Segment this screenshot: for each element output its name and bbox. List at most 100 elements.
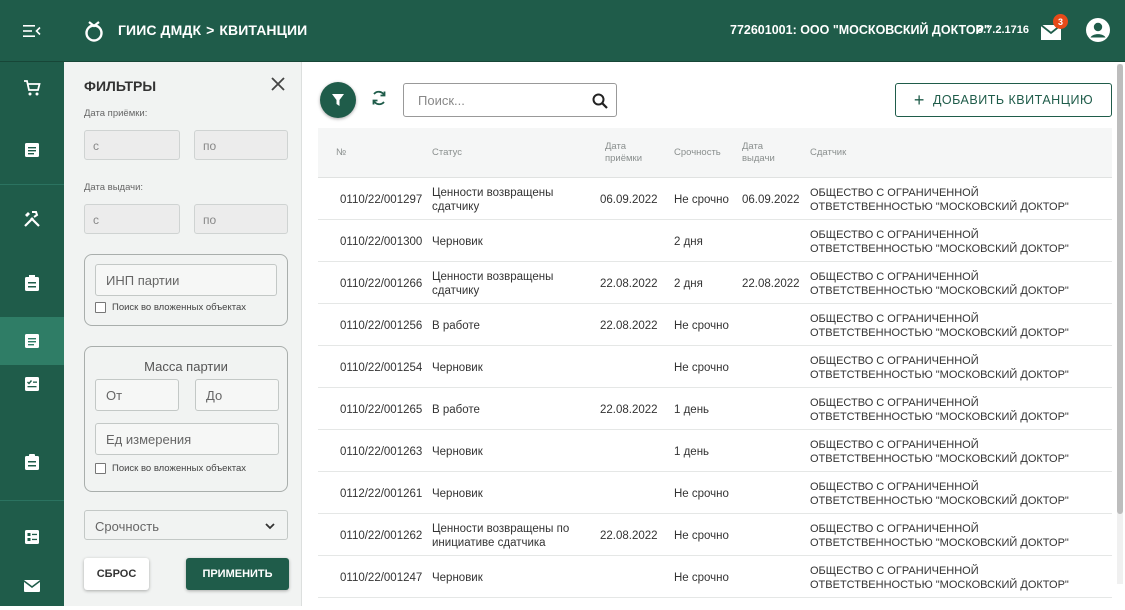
cell-number: 0110/22/001263 [340,445,423,458]
cell-depositor-line: ОТВЕТСТВЕННОСТЬЮ "МОСКОВСКИЙ ДОКТОР" [810,410,1069,423]
cell-receipt-date [600,221,672,262]
breadcrumb-app[interactable]: ГИИС ДМДК [118,22,201,38]
organization-name[interactable]: 772601001: ООО "МОСКОВСКИЙ ДОКТОР" [730,23,990,37]
search-icon[interactable] [591,92,609,110]
issue-date-label: Дата выдачи: [84,182,144,193]
rail-item-badge[interactable] [0,259,64,307]
add-receipt-button[interactable]: + ДОБАВИТЬ КВИТАНЦИЮ [895,83,1112,117]
table-row[interactable]: 0112/22/001261 Черновик Не срочно ОБЩЕСТВО … [318,473,1112,514]
cell-receipt-date [600,557,672,598]
notifications-button[interactable]: 3 [1040,14,1068,45]
cell-issue-date: 22.08.2022 [742,277,800,290]
cell-issue-date [742,557,814,598]
cell-issue-date: 06.09.2022 [742,193,800,206]
column-header-receipt-date[interactable]: Дата приёмки [605,128,655,178]
cell-issue-date [742,305,814,346]
checkbox-label: Поиск во вложенных объектах [112,302,247,313]
cell-depositor-line: ОТВЕТСТВЕННОСТЬЮ "МОСКОВСКИЙ ДОКТОР" [810,326,1069,339]
cell-issue-date [742,431,814,472]
cell-receipt-date: 22.08.2022 [600,319,658,332]
search-input[interactable] [418,92,578,108]
rail-divider [0,184,64,185]
clipboard-icon [25,454,39,470]
mass-to-input[interactable]: До [195,379,279,411]
cell-depositor: ОБЩЕСТВО С ОГРАНИЧЕННОЙ ОТВЕТСТВЕННОСТЬЮ … [810,263,1110,304]
cell-depositor-line: ОБЩЕСТВО С ОГРАНИЧЕННОЙ [810,480,979,493]
reset-button[interactable]: СБРОС [84,558,149,590]
cell-depositor-line: ОТВЕТСТВЕННОСТЬЮ "МОСКОВСКИЙ ДОКТОР" [810,578,1069,591]
menu-collapse-button[interactable] [0,0,64,62]
cell-depositor: ОБЩЕСТВО С ОГРАНИЧЕННОЙ ОТВЕТСТВЕННОСТЬЮ … [810,473,1110,514]
refresh-button[interactable] [370,89,390,109]
cell-depositor: ОБЩЕСТВО С ОГРАНИЧЕННОЙ ОТВЕТСТВЕННОСТЬЮ … [810,515,1110,556]
column-header-issue-date[interactable]: Дата выдачи [742,128,792,178]
table-row[interactable]: 0110/22/001256 В работе 22.08.2022 Не срочн… [318,305,1112,346]
mass-group-title: Масса партии [144,359,228,374]
card-icon [25,530,39,544]
table-row[interactable]: 0110/22/001254 Черновик Не срочно ОБЩЕСТВО … [318,347,1112,388]
cell-issue-date [742,347,814,388]
table-row[interactable]: 0110/22/001247 Черновик Не срочно ОБЩЕСТВО … [318,557,1112,598]
table-row[interactable]: 0110/22/001297 Ценности возвращены сдатчи… [318,179,1112,220]
cell-number: 0110/22/001256 [340,319,423,332]
cell-issue-date [742,473,814,514]
table-row[interactable]: 0110/22/001263 Черновик 1 день ОБЩЕСТВО С О… [318,431,1112,472]
cell-number: 0110/22/001262 [340,529,423,542]
issue-date-from[interactable]: с [84,204,180,234]
cell-status: Ценности возвращены сдатчику [432,270,554,297]
rail-item-checklist[interactable] [0,360,64,408]
apply-button[interactable]: ПРИМЕНИТЬ [186,558,289,590]
rail-item-card[interactable] [0,513,64,561]
account-button[interactable] [1085,17,1113,45]
column-header-depositor[interactable]: Сдатчик [810,128,930,178]
column-header-number[interactable]: № [336,128,396,178]
cell-urgency: Не срочно [674,571,729,584]
nested-search-checkbox-2[interactable]: Поиск во вложенных объектах [95,463,246,474]
app-logo-icon[interactable] [82,19,106,43]
list-icon [25,143,39,157]
column-header-urgency[interactable]: Срочность [674,128,734,178]
menu-collapse-icon [23,25,41,37]
scrollbar[interactable] [1117,64,1123,584]
search-box [403,83,617,117]
cell-depositor: ОБЩЕСТВО С ОГРАНИЧЕННОЙ ОТВЕТСТВЕННОСТЬЮ … [810,221,1110,262]
receipt-date-from[interactable]: с [84,130,180,160]
cell-status: Черновик [432,571,483,584]
table-row[interactable]: 0110/22/001262 Ценности возвращены по ини… [318,515,1112,556]
cell-receipt-date [600,473,672,514]
cell-status: В работе [432,403,480,416]
inp-group: ИНП партии Поиск во вложенных объектах [84,254,288,326]
close-filter-button[interactable] [270,76,288,94]
column-header-status[interactable]: Статус [432,128,542,178]
issue-date-to[interactable]: по [194,204,288,234]
cell-number: 0110/22/001247 [340,571,423,584]
rail-item-clipboard[interactable] [0,438,64,486]
mass-from-input[interactable]: От [95,379,179,411]
table-row[interactable]: 0110/22/001266 Ценности возвращены сдатчи… [318,263,1112,304]
rail-item-cart[interactable] [0,64,64,112]
scrollbar-thumb[interactable] [1117,64,1123,514]
cell-depositor-line: ОБЩЕСТВО С ОГРАНИЧЕННОЙ [810,438,979,451]
notification-badge: 3 [1053,14,1068,29]
breadcrumb: ГИИС ДМДК > КВИТАНЦИИ [118,22,307,38]
unit-input[interactable]: Ед измерения [95,423,279,455]
checkbox[interactable] [95,463,106,474]
rail-item-receipts[interactable] [0,317,64,365]
rail-item-tools[interactable] [0,195,64,243]
table-header: № Статус Дата приёмки Срочность Дата выд… [318,128,1112,178]
rail-item-mail[interactable] [0,562,64,610]
filter-icon [332,94,344,106]
table-row[interactable]: 0110/22/001300 Черновик 2 дня ОБЩЕСТВО С ОГ… [318,221,1112,262]
checkbox[interactable] [95,302,106,313]
rail-item-list[interactable] [0,126,64,174]
cart-icon [24,80,41,96]
urgency-select[interactable]: Срочность [84,510,288,540]
table-row[interactable]: 0110/22/001265 В работе 22.08.2022 1 день ОБ… [318,389,1112,430]
inp-input[interactable]: ИНП партии [95,264,277,296]
breadcrumb-separator: > [206,22,215,38]
cell-depositor-line: ОТВЕТСТВЕННОСТЬЮ "МОСКОВСКИЙ ДОКТОР" [810,242,1069,255]
cell-depositor-line: ОБЩЕСТВО С ОГРАНИЧЕННОЙ [810,354,979,367]
nested-search-checkbox-1[interactable]: Поиск во вложенных объектах [95,302,246,313]
filter-toggle-button[interactable] [320,82,356,118]
receipt-date-to[interactable]: по [194,130,288,160]
